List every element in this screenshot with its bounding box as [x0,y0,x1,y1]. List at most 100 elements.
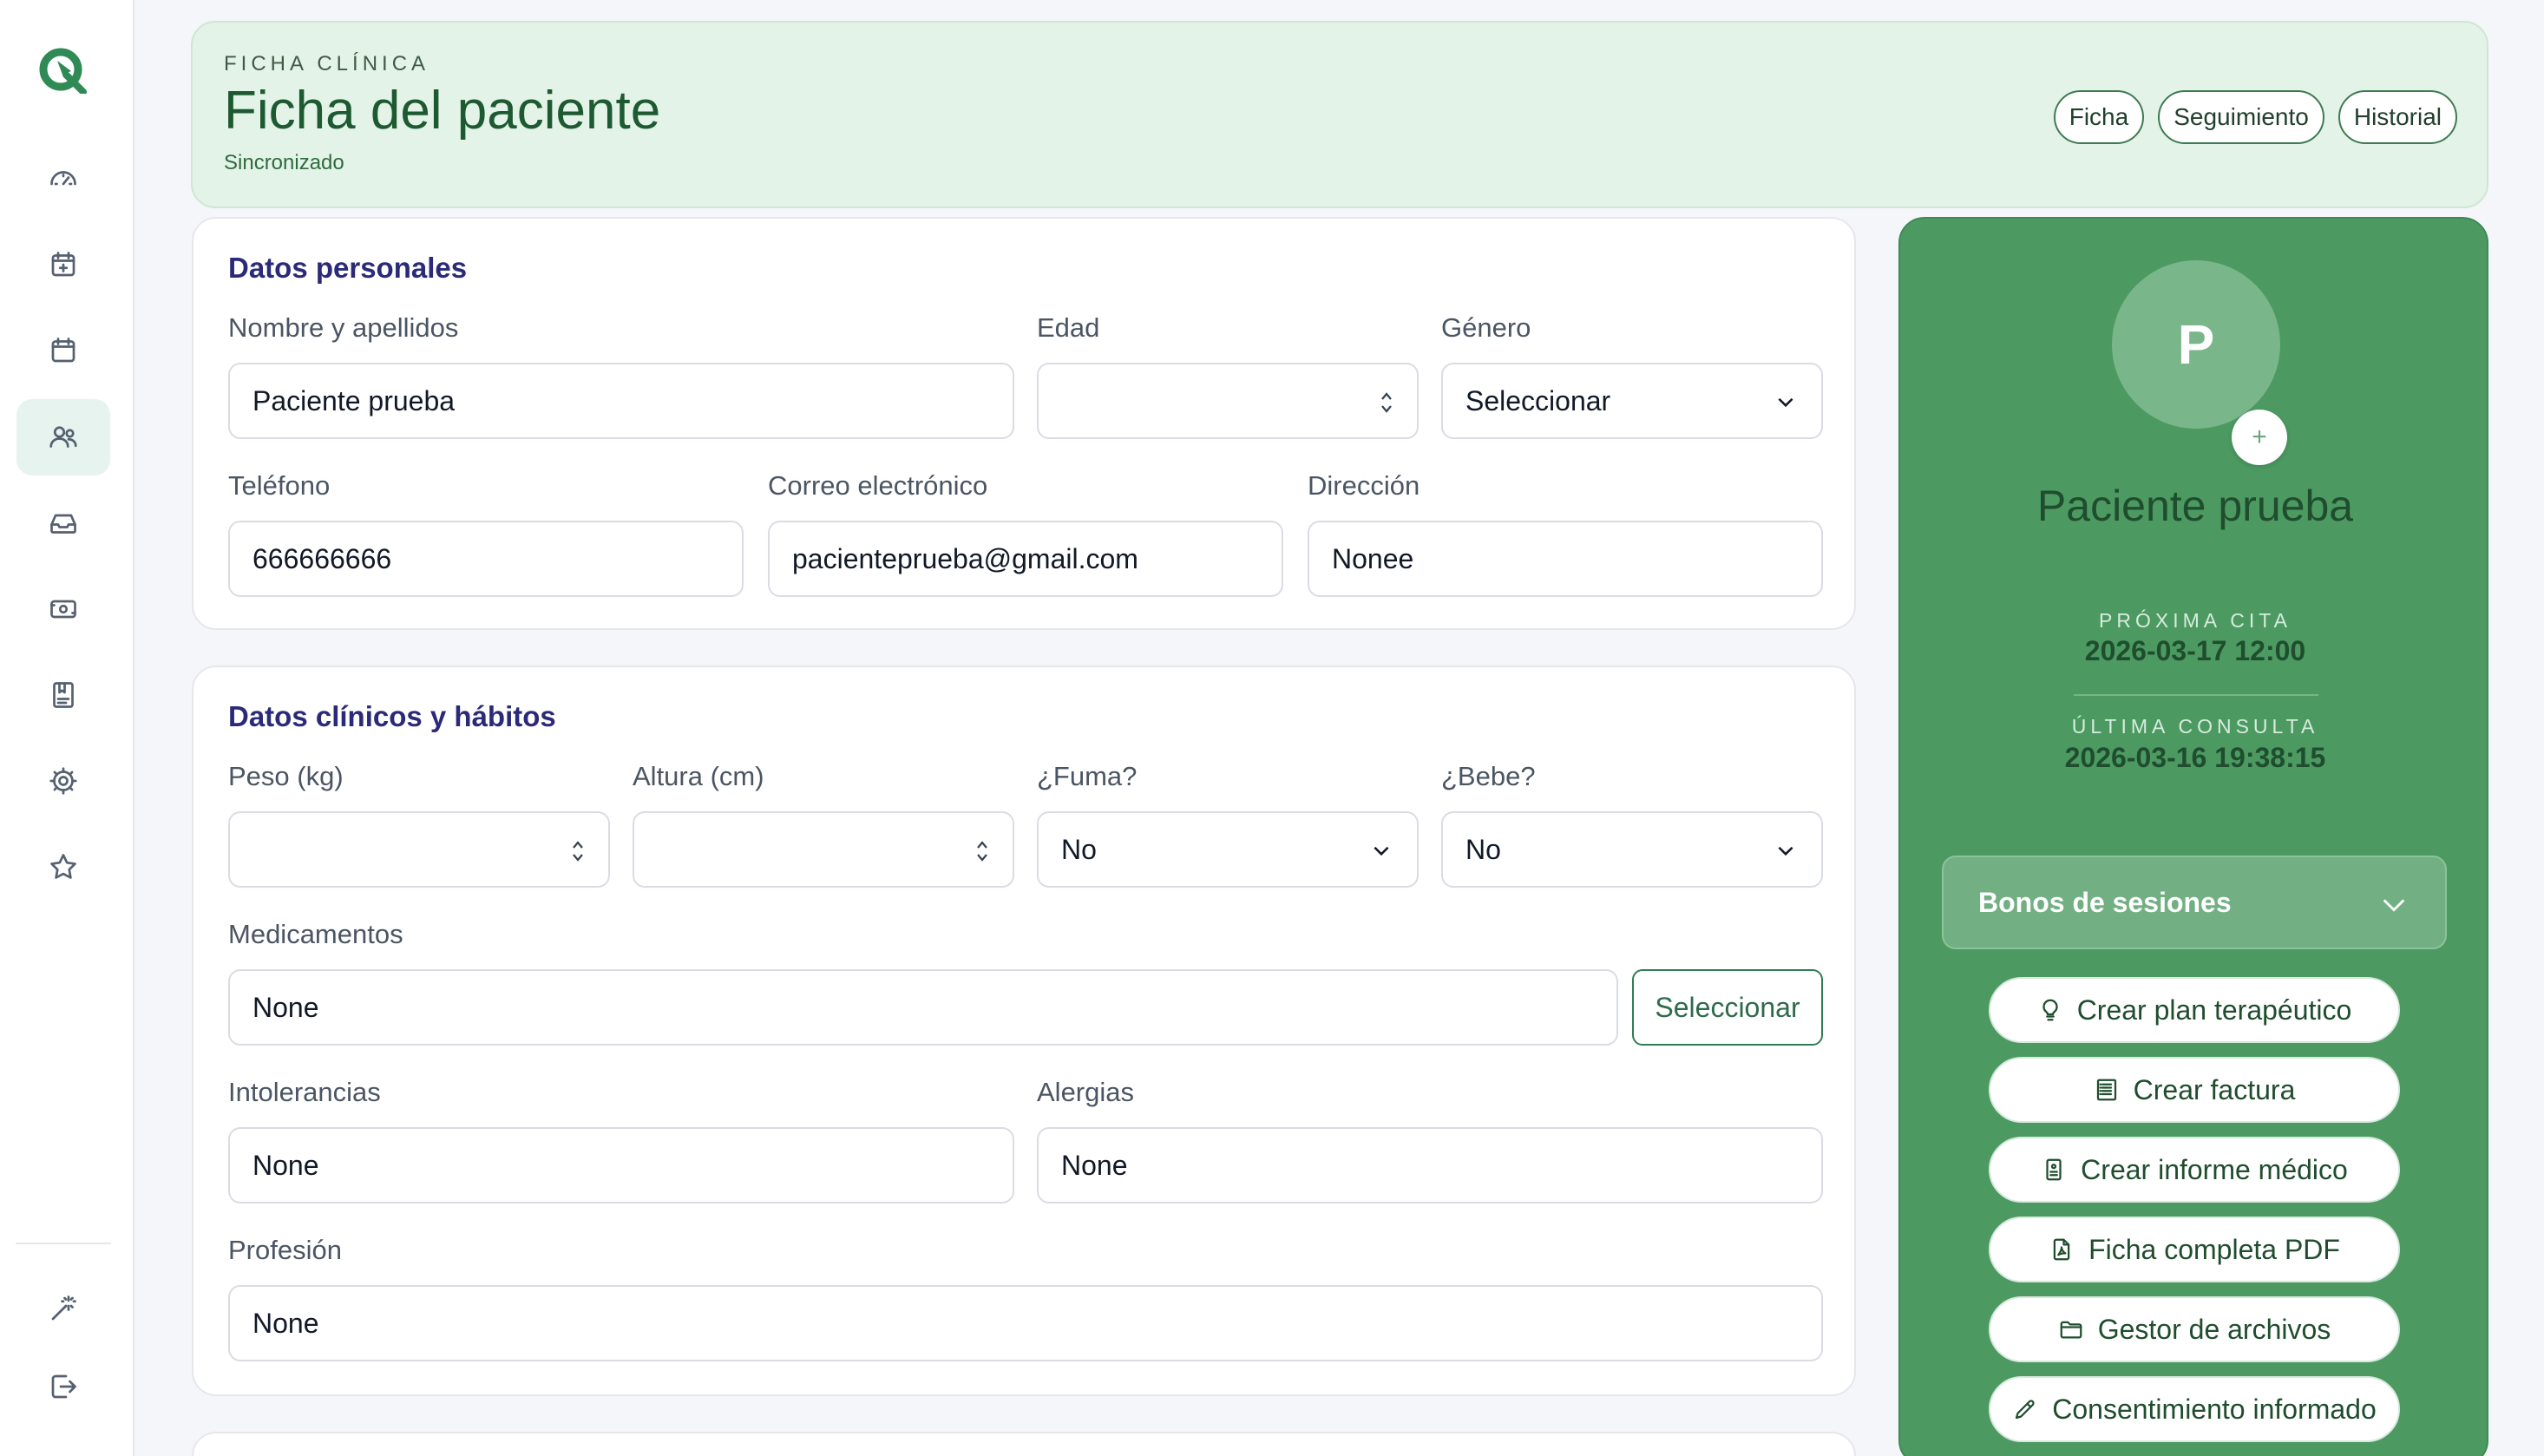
create-medical-report-button[interactable]: Crear informe médico [1989,1137,2400,1203]
address-field[interactable]: Nonee [1308,521,1823,597]
sidebar-item-records[interactable] [16,657,110,733]
inbox-icon [50,514,76,534]
report-icon [2046,1158,2062,1181]
smoke-select[interactable]: No [1037,811,1419,888]
chevron-down-icon [1778,397,1793,408]
email-value: pacienteprueba@gmail.com [792,542,1138,574]
spinner-icon[interactable] [1379,389,1394,416]
meds-value: None [252,991,319,1023]
gender-label: Género [1441,312,1531,343]
view-tabs: Ficha Seguimiento Historial [2053,90,2457,144]
spinner-icon[interactable] [570,837,586,865]
gender-select[interactable]: Seleccionar [1441,363,1823,439]
drink-label: ¿Bebe? [1441,761,1536,791]
height-label: Altura (cm) [633,761,764,791]
allergies-value: None [1061,1149,1128,1181]
session-bonus-label: Bonos de sesiones [1978,886,2232,918]
calendar-add-icon [51,252,75,277]
allergies-label: Alergias [1037,1077,1134,1107]
phone-field[interactable]: 666666666 [228,521,744,597]
logout-icon [51,1374,76,1399]
sidebar [0,0,134,1456]
patient-summary-panel: P + Paciente prueba PRÓXIMA CITA 2026-03… [1898,217,2488,1456]
pdf-icon [2053,1238,2070,1261]
action-label: Ficha completa PDF [2088,1233,2340,1265]
drink-select[interactable]: No [1441,811,1823,888]
page-header: FICHA CLÍNICA Ficha del paciente Sincron… [191,21,2488,208]
meds-field[interactable]: None [228,969,1618,1046]
sidebar-divider [16,1243,111,1244]
action-label: Crear plan terapéutico [2076,994,2352,1026]
weight-label: Peso (kg) [228,761,344,791]
last-visit-value: 2026-03-16 19:38:15 [2064,742,2326,773]
intolerances-field[interactable]: None [228,1127,1014,1203]
address-label: Dirección [1308,470,1420,501]
chevron-down-icon [2383,899,2405,912]
last-visit-label: ÚLTIMA CONSULTA [2071,715,2319,738]
star-icon [50,854,76,879]
invoice-icon [2096,1079,2116,1101]
sidebar-item-calendar[interactable] [16,312,110,389]
create-treatment-plan-button[interactable]: Crear plan terapéutico [1989,977,2400,1043]
calendar-icon [51,338,75,363]
action-label: Crear factura [2133,1073,2296,1105]
next-appointment-value: 2026-03-17 12:00 [2084,635,2306,666]
email-field[interactable]: pacienteprueba@gmail.com [768,521,1283,597]
height-field[interactable] [633,811,1014,888]
weight-field[interactable] [228,811,610,888]
settings-icon [49,767,77,795]
sidebar-item-logout[interactable] [16,1348,110,1425]
add-photo-button[interactable]: + [2232,410,2287,465]
sidebar-item-inbox[interactable] [16,485,110,561]
sidebar-item-dashboard[interactable] [16,141,110,217]
address-value: Nonee [1332,542,1414,574]
age-field[interactable] [1037,363,1419,439]
sidebar-item-patients[interactable] [16,399,110,475]
session-bonus-dropdown[interactable]: Bonos de sesiones [1942,856,2447,949]
profession-label: Profesión [228,1235,342,1265]
smoke-value: No [1061,833,1097,865]
page-eyebrow: FICHA CLÍNICA [224,52,430,75]
tab-ficha[interactable]: Ficha [2053,90,2145,144]
name-field[interactable]: Paciente prueba [228,363,1014,439]
gender-value: Seleccionar [1465,384,1611,416]
intolerances-value: None [252,1149,319,1181]
action-label: Consentimiento informado [2052,1393,2377,1425]
sidebar-item-settings[interactable] [16,743,110,819]
allergies-field[interactable]: None [1037,1127,1823,1203]
sidebar-item-assistant[interactable] [16,1270,110,1347]
sidebar-item-new-appointment[interactable] [16,226,110,303]
informed-consent-button[interactable]: Consentimiento informado [1989,1376,2400,1442]
phone-label: Teléfono [228,470,331,501]
patient-name: Paciente prueba [2036,482,2354,530]
page-title: Ficha del paciente [224,81,661,141]
name-label: Nombre y apellidos [228,312,459,343]
file-manager-button[interactable]: Gestor de archivos [1989,1296,2400,1362]
tab-seguimiento[interactable]: Seguimiento [2158,90,2324,144]
smoke-label: ¿Fuma? [1037,761,1138,791]
next-section-card [192,1432,1856,1456]
folder-icon [2060,1321,2082,1339]
profession-field[interactable]: None [228,1285,1823,1361]
age-label: Edad [1037,312,1100,343]
chevron-down-icon [1374,846,1389,856]
full-record-pdf-button[interactable]: Ficha completa PDF [1989,1217,2400,1282]
action-label: Crear informe médico [2081,1153,2348,1185]
lightbulb-icon [2042,999,2058,1021]
email-label: Correo electrónico [768,470,988,501]
spinner-icon[interactable] [974,837,990,865]
phone-value: 666666666 [252,542,392,574]
sidebar-item-favorites[interactable] [16,829,110,905]
sidebar-item-billing[interactable] [16,571,110,647]
money-icon [50,600,76,619]
create-invoice-button[interactable]: Crear factura [1989,1057,2400,1123]
sync-status: Sincronizado [224,151,344,174]
meta-divider [2074,694,2318,696]
tab-historial[interactable]: Historial [2337,90,2457,144]
personal-data-card: Datos personales Nombre y apellidos Paci… [192,217,1856,630]
section-title-clinical: Datos clínicos y hábitos [228,700,556,732]
select-meds-button[interactable]: Seleccionar [1632,969,1823,1046]
drink-value: No [1465,833,1501,865]
app-logo[interactable] [36,45,92,95]
action-label: Gestor de archivos [2097,1313,2331,1345]
